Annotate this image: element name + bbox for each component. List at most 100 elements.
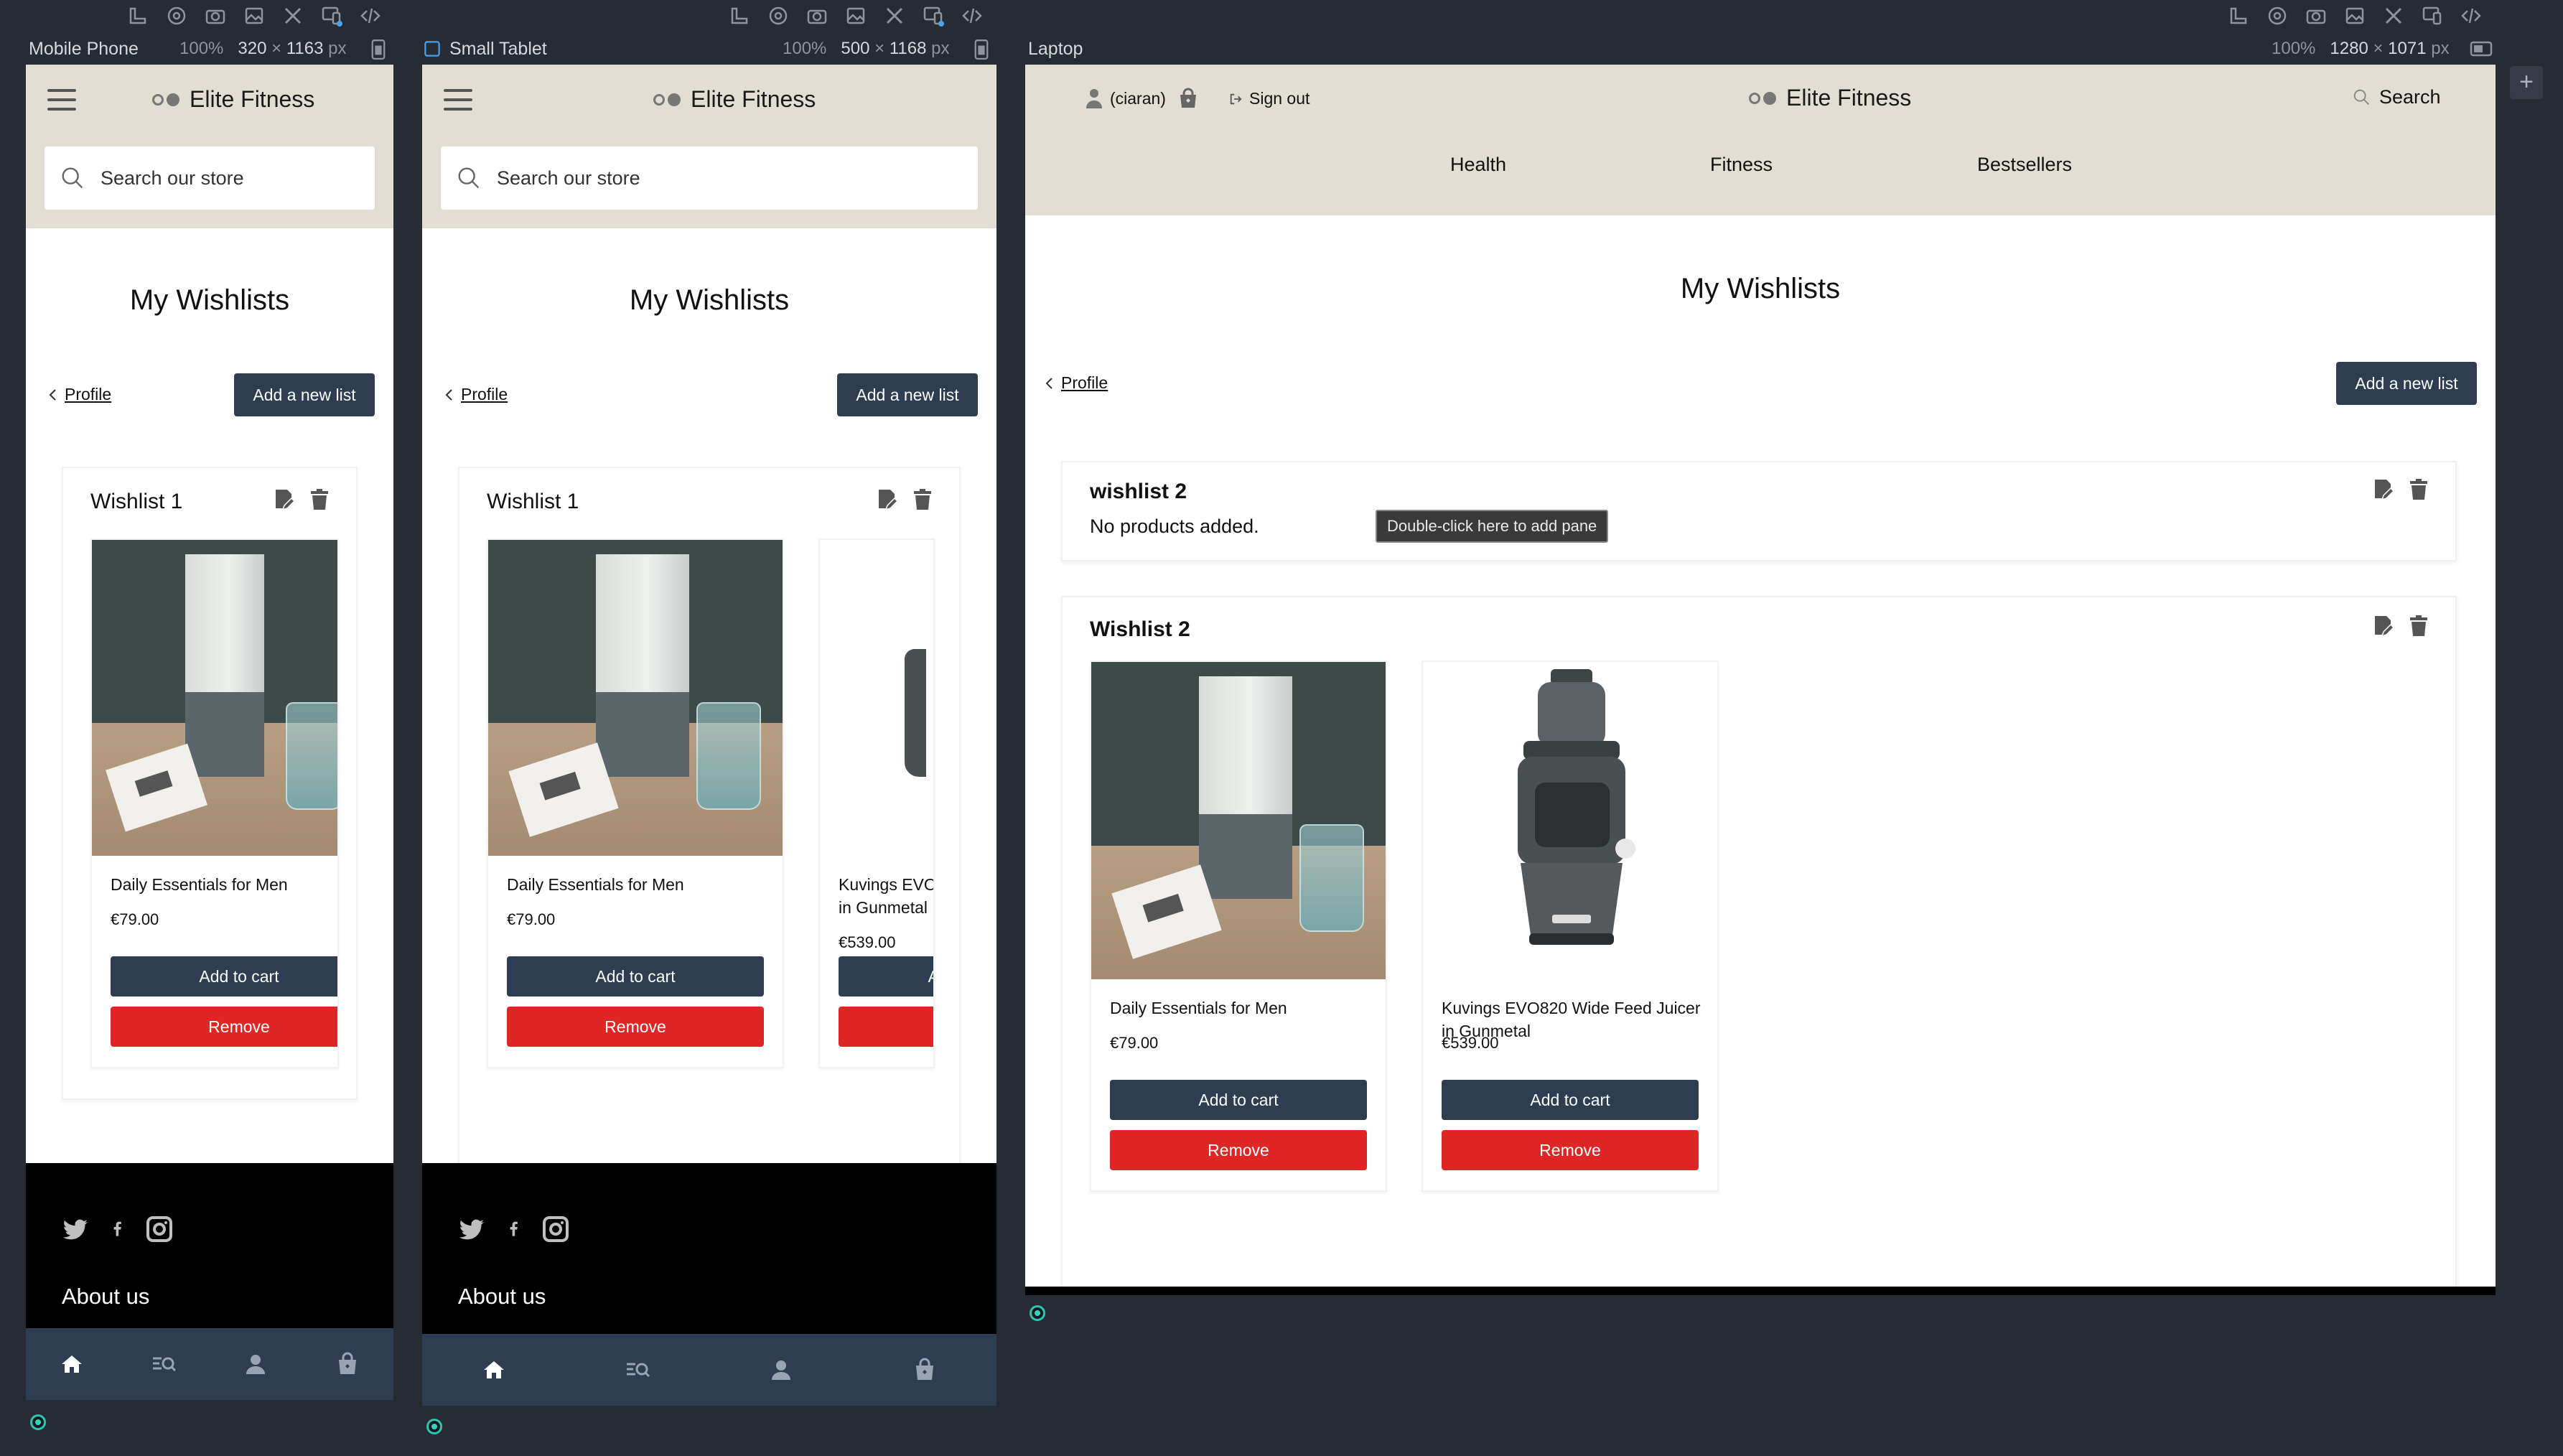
product-image[interactable] [1091,662,1386,979]
add-to-cart-button[interactable]: Add to cart [111,956,337,997]
settings-icon[interactable] [767,4,790,27]
product-name[interactable]: Daily Essentials for Men [1110,997,1287,1019]
responsive-icon[interactable] [2421,4,2444,27]
add-new-list-button[interactable]: Add a new list [234,373,375,416]
phone-icon[interactable] [974,39,989,60]
facebook-icon[interactable] [505,1215,523,1243]
settings-icon[interactable] [2266,4,2289,27]
edit-icon[interactable] [2372,615,2394,638]
product-name[interactable]: Kuvings EVO820 Wide Feed Juicer in Gunme… [1442,972,1707,1042]
remove-button[interactable]: Remove [111,1007,337,1047]
image-icon[interactable] [844,4,867,27]
profile-link[interactable]: Profile [1044,373,1108,393]
product-image[interactable] [92,540,337,856]
code-icon[interactable] [961,4,984,27]
nav-bestsellers[interactable]: Bestsellers [1977,154,2072,176]
phone-icon[interactable] [370,39,386,60]
add-device-button[interactable]: + [2510,66,2543,99]
resize-handle[interactable] [1030,1305,1045,1321]
site-logo[interactable]: Elite Fitness [1749,85,1911,111]
instagram-icon[interactable] [541,1215,570,1243]
twitter-icon[interactable] [62,1215,90,1243]
device-width[interactable]: 1280 [2330,39,2368,58]
header-search[interactable]: Search [2352,86,2441,108]
product-name[interactable]: Daily Essentials for Men [507,873,684,896]
browse-search-icon[interactable] [151,1351,177,1377]
tools-icon[interactable] [2382,4,2405,27]
account-link[interactable]: (ciaran) [1086,88,1199,109]
facebook-icon[interactable] [109,1215,126,1243]
add-to-cart-button[interactable]: Add to cart [1110,1080,1367,1120]
instagram-icon[interactable] [145,1215,174,1243]
remove-button[interactable]: Remove [1110,1130,1367,1170]
edit-icon[interactable] [273,488,294,511]
nav-fitness[interactable]: Fitness [1710,154,1773,176]
trash-icon[interactable] [309,488,330,511]
store-name: Elite Fitness [1786,85,1912,111]
add-to-cart-button[interactable]: Add to cart [1442,1080,1699,1120]
responsive-icon[interactable] [320,4,343,27]
hamburger-menu-icon[interactable] [444,89,472,117]
remove-button[interactable]: Remove [507,1007,764,1047]
about-us-link[interactable]: About us [458,1284,546,1310]
laptop-icon[interactable] [2470,40,2493,57]
device-width[interactable]: 320 [238,39,266,58]
ruler-icon[interactable] [126,4,149,27]
product-image[interactable] [820,540,933,856]
site-logo[interactable]: Elite Fitness [653,86,816,113]
ruler-icon[interactable] [2227,4,2250,27]
nav-health[interactable]: Health [1450,154,1506,176]
ruler-icon[interactable] [728,4,751,27]
product-image[interactable] [1423,662,1717,979]
account-icon[interactable] [243,1351,269,1377]
image-icon[interactable] [2343,4,2366,27]
cart-icon[interactable] [912,1357,938,1383]
trash-icon[interactable] [2408,478,2429,501]
camera-icon[interactable] [2305,4,2328,27]
resize-handle[interactable] [426,1419,442,1434]
home-icon[interactable] [59,1351,85,1377]
cart-icon[interactable] [335,1351,360,1377]
profile-link[interactable]: Profile [444,385,508,404]
device-height[interactable]: 1071 [2388,39,2426,58]
cart-icon[interactable] [1177,88,1199,109]
camera-icon[interactable] [204,4,227,27]
image-icon[interactable] [243,4,266,27]
home-icon[interactable] [481,1357,507,1383]
remove-button[interactable]: Remove [1442,1130,1699,1170]
add-new-list-button[interactable]: Add a new list [837,373,978,416]
account-icon[interactable] [768,1357,794,1383]
add-new-list-button[interactable]: Add a new list [2336,362,2477,405]
edit-icon[interactable] [2372,478,2394,501]
add-to-cart-button[interactable]: Add to cart [507,956,764,997]
search-input[interactable]: Search our store [45,146,375,210]
camera-icon[interactable] [806,4,828,27]
resize-handle[interactable] [30,1414,46,1430]
hamburger-menu-icon[interactable] [47,89,76,117]
add-to-cart-button[interactable]: A [839,956,933,997]
profile-link[interactable]: Profile [47,385,111,404]
trash-icon[interactable] [2408,615,2429,638]
add-pane-tooltip[interactable]: Double-click here to add pane [1376,510,1609,543]
product-image[interactable] [488,540,783,856]
twitter-icon[interactable] [458,1215,487,1243]
browse-search-icon[interactable] [625,1357,650,1383]
tools-icon[interactable] [883,4,906,27]
settings-icon[interactable] [165,4,188,27]
site-logo[interactable]: Elite Fitness [152,86,314,113]
device-height[interactable]: 1163 [286,39,324,58]
about-us-link[interactable]: About us [62,1284,149,1310]
product-name[interactable]: Kuvings EVO in Gunmetal [839,873,933,919]
trash-icon[interactable] [912,488,933,511]
tools-icon[interactable] [281,4,304,27]
responsive-icon[interactable] [922,4,945,27]
product-name[interactable]: Daily Essentials for Men [111,873,288,896]
device-height[interactable]: 1168 [890,39,927,58]
code-icon[interactable] [359,4,382,27]
edit-icon[interactable] [876,488,897,511]
search-input[interactable]: Search our store [441,146,978,210]
device-width[interactable]: 500 [841,39,869,58]
remove-button[interactable] [839,1007,933,1047]
sign-out-link[interactable]: Sign out [1229,89,1309,108]
code-icon[interactable] [2460,4,2483,27]
